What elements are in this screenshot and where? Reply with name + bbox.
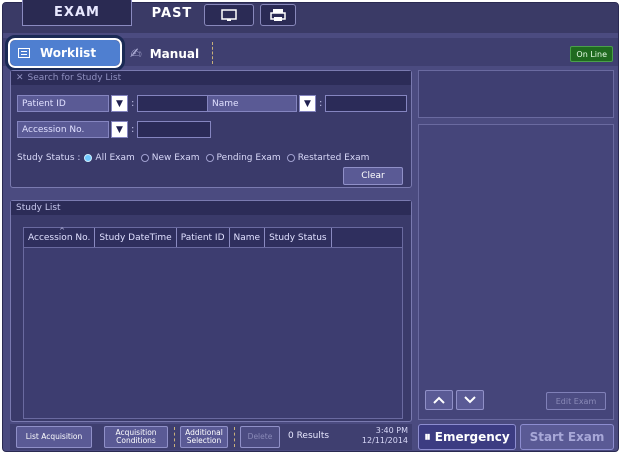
- column-accession[interactable]: ^ Accession No.: [24, 227, 96, 247]
- radio-dot: [205, 154, 214, 162]
- column-name[interactable]: Name: [230, 228, 266, 247]
- emergency-label: Emergency: [434, 430, 510, 444]
- accession-label: Accession No.: [17, 121, 109, 138]
- accession-input[interactable]: [137, 121, 211, 138]
- date-text: 12/11/2014: [361, 436, 408, 446]
- patient-id-dropdown[interactable]: ▼: [111, 95, 128, 112]
- search-panel: ✕ Search for Study List Patient ID ▼ : N…: [10, 70, 412, 188]
- radio-restarted-exam[interactable]: Restarted Exam: [286, 153, 370, 163]
- time-text: 3:40 PM: [375, 426, 408, 435]
- delete-button[interactable]: Delete: [240, 426, 280, 448]
- list-acquisition-button[interactable]: List Acquisition: [16, 426, 92, 448]
- highlight-ring: [5, 35, 125, 71]
- sort-icon: ^: [59, 227, 66, 235]
- online-status-badge: On Line: [570, 46, 613, 62]
- colon: :: [131, 98, 135, 109]
- right-detail-panel: [418, 124, 614, 420]
- name-label: Name: [207, 95, 297, 112]
- colon: :: [319, 98, 323, 109]
- acquisition-conditions-button[interactable]: Acquisition Conditions: [104, 426, 168, 448]
- radio-label: Restarted Exam: [297, 153, 370, 163]
- search-panel-header[interactable]: ✕ Search for Study List: [11, 71, 411, 85]
- edit-exam-button[interactable]: Edit Exam: [546, 392, 606, 410]
- chevron-down-icon: ▼: [304, 98, 311, 109]
- printer-button[interactable]: [260, 4, 296, 26]
- tab-manual-label: Manual: [149, 47, 200, 61]
- table-header: ^ Accession No. Study DateTime Patient I…: [24, 227, 402, 248]
- monitor-button[interactable]: [204, 4, 254, 26]
- column-patient-id[interactable]: Patient ID: [177, 228, 230, 247]
- colon: :: [131, 124, 135, 135]
- collapse-icon: ✕: [16, 73, 24, 83]
- emergency-icon: ⏸: [424, 429, 431, 445]
- patient-id-input[interactable]: [137, 95, 211, 112]
- right-info-panel: [418, 70, 614, 118]
- tab-past[interactable]: PAST: [142, 0, 202, 26]
- start-exam-button[interactable]: Start Exam: [520, 424, 614, 450]
- column-study-datetime[interactable]: Study DateTime: [95, 228, 177, 247]
- radio-dot: [286, 154, 295, 162]
- tab-exam[interactable]: EXAM: [22, 0, 132, 26]
- chevron-down-icon: ▼: [116, 98, 123, 109]
- radio-label: New Exam: [151, 153, 200, 163]
- study-list-header: Study List: [11, 201, 411, 215]
- additional-selection-button[interactable]: Additional Selection: [180, 426, 228, 448]
- chevron-down-icon: [464, 396, 476, 404]
- radio-pending-exam[interactable]: Pending Exam: [205, 153, 281, 163]
- radio-new-exam[interactable]: New Exam: [140, 153, 200, 163]
- hand-icon: ✍: [130, 46, 142, 62]
- scroll-down-button[interactable]: [456, 390, 484, 410]
- study-list-panel: Study List ^ Accession No. Study DateTim…: [10, 200, 412, 422]
- radio-dot: [140, 154, 149, 162]
- search-panel-title: Search for Study List: [27, 73, 122, 83]
- radio-label: Pending Exam: [216, 153, 281, 163]
- name-dropdown[interactable]: ▼: [299, 95, 316, 112]
- tab-manual[interactable]: ✍ Manual: [130, 44, 199, 64]
- emergency-button[interactable]: ⏸ Emergency: [418, 424, 516, 450]
- radio-all-exam[interactable]: All Exam: [84, 153, 135, 163]
- monitor-icon: [221, 9, 237, 21]
- chevron-down-icon: ▼: [116, 124, 123, 135]
- chevron-up-icon: [433, 396, 445, 404]
- results-count: 0 Results: [288, 431, 330, 441]
- study-list-table[interactable]: ^ Accession No. Study DateTime Patient I…: [23, 227, 403, 419]
- divider: [174, 427, 175, 447]
- radio-label: All Exam: [95, 153, 135, 163]
- datetime: 3:40 PM 12/11/2014: [348, 426, 408, 447]
- scroll-up-button[interactable]: [425, 390, 453, 410]
- patient-id-label: Patient ID: [17, 95, 109, 112]
- name-input[interactable]: [325, 95, 407, 112]
- bottom-toolbar: List Acquisition Acquisition Conditions …: [10, 424, 412, 450]
- radio-dot: [84, 154, 93, 162]
- divider: [234, 427, 235, 447]
- study-status-row: Study Status : All Exam New Exam Pending…: [17, 153, 375, 163]
- clear-button[interactable]: Clear: [343, 167, 403, 185]
- study-status-label: Study Status :: [17, 153, 81, 163]
- accession-dropdown[interactable]: ▼: [111, 121, 128, 138]
- tab-divider: [212, 42, 213, 64]
- printer-icon: [270, 9, 286, 21]
- column-study-status[interactable]: Study Status: [265, 228, 332, 247]
